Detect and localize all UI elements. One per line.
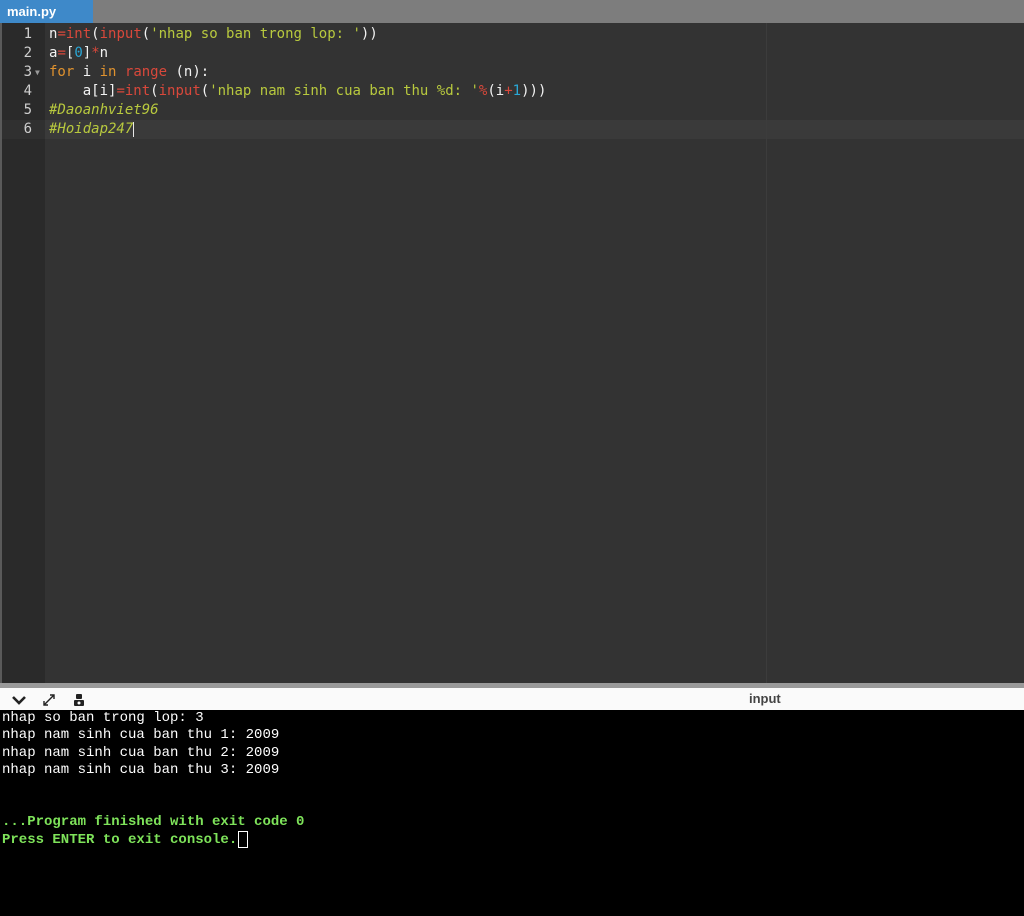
chevron-down-icon[interactable]	[11, 693, 27, 707]
code-token: 'nhap nam sinh cua ban thu %d: '	[209, 83, 479, 99]
active-line-highlight	[45, 120, 1024, 139]
code-token: 1	[512, 83, 522, 99]
settings-icon[interactable]	[71, 693, 87, 707]
line-number: 4	[23, 83, 32, 99]
code-token: (i	[487, 83, 505, 99]
code-token: )))	[521, 83, 547, 99]
line-number: 1	[23, 26, 32, 42]
line-number: 6	[23, 121, 32, 137]
code-editor[interactable]: 1 2 3 ▼ 4 5 6 n=int(input('nhap so ban t…	[2, 23, 1024, 683]
code-token: a[i]	[49, 83, 117, 99]
code-token: n	[99, 45, 109, 61]
code-token: *	[91, 45, 100, 61]
console-toolbar: input	[0, 683, 1024, 710]
fold-arrow-icon[interactable]: ▼	[35, 63, 40, 82]
code-token: #Daoanhviet96	[49, 102, 159, 118]
print-margin	[766, 23, 767, 683]
code-line[interactable]: a=[0]*n	[49, 44, 108, 63]
text-caret	[133, 121, 135, 137]
console-line: nhap so ban trong lop: 3	[2, 710, 204, 726]
code-token: input	[99, 26, 142, 42]
tab-bar: main.py	[0, 0, 1024, 23]
press-enter-line: Press ENTER to exit console.	[2, 831, 249, 849]
code-token: int	[124, 83, 151, 99]
code-token: +	[504, 83, 513, 99]
code-token: (	[200, 83, 210, 99]
code-line[interactable]: #Daoanhviet96	[49, 101, 159, 120]
code-line[interactable]: #Hoidap247	[49, 120, 135, 139]
code-line[interactable]: for i in range (n):	[49, 63, 209, 82]
code-line[interactable]: a[i]=int(input('nhap nam sinh cua ban th…	[49, 82, 547, 101]
line-number: 5	[23, 102, 32, 118]
console-line: nhap nam sinh cua ban thu 2: 2009	[2, 745, 280, 761]
input-tab-label[interactable]: input	[749, 691, 781, 706]
code-token: =	[57, 26, 66, 42]
code-token: (	[150, 83, 159, 99]
code-token: range	[124, 64, 168, 80]
tab-main-py[interactable]: main.py	[0, 0, 93, 23]
code-token: =	[116, 83, 125, 99]
console-line: nhap nam sinh cua ban thu 1: 2009	[2, 727, 280, 743]
line-number: 3	[23, 64, 32, 80]
code-token: in	[99, 64, 117, 80]
press-enter-message: Press ENTER to exit console.	[2, 832, 238, 849]
console-line: nhap nam sinh cua ban thu 3: 2009	[2, 762, 280, 778]
code-token: #Hoidap247	[49, 121, 134, 137]
code-token: 0	[74, 45, 83, 61]
code-token: (	[141, 26, 151, 42]
code-token: (	[91, 26, 100, 42]
code-token: (n):	[167, 64, 210, 80]
code-token: int	[65, 26, 92, 42]
code-token: =	[57, 45, 66, 61]
code-token: for	[49, 64, 75, 80]
console-cursor	[238, 831, 249, 848]
code-token: 'nhap so ban trong lop: '	[150, 26, 361, 42]
code-token: ]	[82, 45, 92, 61]
line-number: 2	[23, 45, 32, 61]
code-line[interactable]: n=int(input('nhap so ban trong lop: '))	[49, 25, 378, 44]
code-token: i	[74, 64, 100, 80]
code-token: input	[158, 83, 201, 99]
expand-icon[interactable]	[41, 693, 57, 707]
exit-code-message: ...Program finished with exit code 0	[2, 814, 305, 830]
console-output[interactable]: nhap so ban trong lop: 3 nhap nam sinh c…	[0, 710, 1024, 916]
code-token: ))	[360, 26, 378, 42]
